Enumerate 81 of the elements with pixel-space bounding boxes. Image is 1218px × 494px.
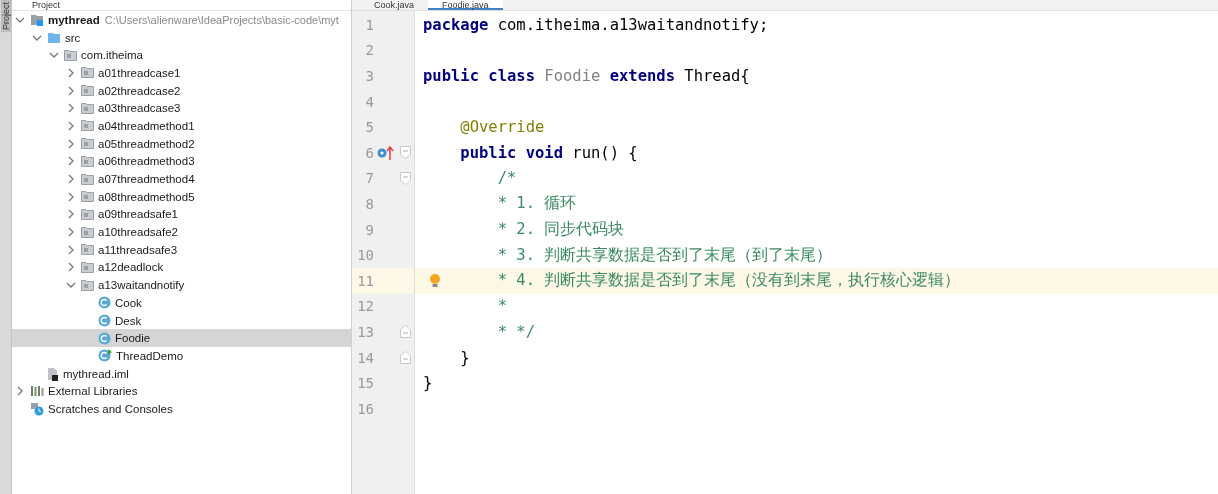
library-icon [30, 385, 44, 398]
folder-icon [81, 138, 94, 150]
class-icon [98, 349, 112, 363]
tree-item[interactable]: mythread C:\Users\alienware\IdeaProjects\basic-code\myt [12, 11, 351, 29]
tree-item[interactable]: a02threadcase2 [12, 81, 351, 100]
tree-item[interactable]: Scratches and Consoles [12, 400, 351, 418]
tree-item[interactable]: a06threadmethod3 [12, 152, 351, 171]
editor-tab[interactable]: Cook.java [360, 0, 429, 10]
line-number: 7 [364, 170, 374, 187]
code-line: package com.itheima.a13waitandnotify; [423, 15, 769, 34]
code-line: * [497, 297, 507, 316]
tree-item[interactable]: a09threadsafe1 [12, 205, 351, 224]
folder-icon [47, 31, 61, 44]
line-number: 15 [356, 375, 374, 392]
code-line: * */ [497, 322, 535, 341]
scratches-icon [30, 401, 44, 416]
line-number: 9 [364, 221, 374, 238]
tree-item[interactable]: a01threadcase1 [12, 64, 351, 82]
tree-item[interactable]: mythread.iml [12, 364, 351, 383]
folder-icon [81, 120, 94, 132]
tree-item[interactable]: a03threadcase3 [12, 99, 351, 118]
line-number: 1 [364, 16, 374, 33]
folder-icon [81, 244, 94, 256]
line-number: 14 [356, 349, 374, 366]
folder-icon [81, 67, 94, 79]
tree-item[interactable]: a13waitandnotify [12, 276, 351, 294]
folder-icon [81, 208, 94, 220]
code-line: /* [497, 169, 517, 188]
folder-icon [64, 49, 77, 61]
code-line: public void run() { [460, 143, 638, 162]
code-line: public class Foodie extends Thread{ [423, 67, 750, 85]
folder-icon [81, 85, 94, 97]
code-line: * 3. 判断共享数据是否到了末尾（到了末尾） [497, 244, 833, 266]
line-number: 16 [356, 400, 374, 417]
class-icon [98, 331, 111, 345]
folder-icon [81, 261, 94, 273]
tool-window-tab[interactable]: Project [0, 0, 11, 32]
file-icon [47, 366, 59, 381]
folder-icon [81, 102, 94, 114]
code-line: * 4. 判断共享数据是否到了末尾（没有到末尾，执行核心逻辑） [497, 270, 961, 292]
line-number: 4 [364, 93, 374, 110]
class-icon [98, 296, 111, 310]
line-number: 12 [356, 298, 374, 315]
tree-item[interactable]: ThreadDemo [12, 347, 351, 365]
override-icon[interactable] [377, 144, 395, 161]
tree-item[interactable]: a11threadsafe3 [12, 240, 351, 259]
code-line: * 1. 循环 [497, 193, 577, 215]
code-line: * 2. 同步代码块 [497, 219, 625, 241]
tree-item[interactable]: a10threadsafe2 [12, 223, 351, 241]
tree-item[interactable]: Cook [12, 294, 351, 312]
tree-item[interactable]: External Libraries [12, 382, 351, 401]
folder-icon [81, 173, 94, 185]
tree-item[interactable]: src [12, 28, 351, 47]
code-line: } [423, 374, 433, 393]
folder-icon [81, 155, 94, 167]
line-number: 2 [364, 42, 374, 59]
editor-tab[interactable]: Foodie.java [428, 0, 503, 10]
line-number: 8 [364, 195, 374, 212]
line-number: 10 [356, 247, 374, 264]
line-number: 5 [364, 119, 374, 136]
panel-title: Project [32, 0, 60, 10]
folder-icon [81, 279, 94, 291]
tree-item[interactable]: a07threadmethod4 [12, 170, 351, 188]
line-number: 6 [364, 144, 374, 161]
line-number: 3 [364, 68, 374, 84]
tree-item[interactable]: a08threadmethod5 [12, 187, 351, 206]
folder-icon [81, 226, 94, 238]
code-line: @Override [460, 118, 545, 137]
line-number: 11 [356, 272, 374, 289]
tree-item[interactable]: a12deadlock [12, 258, 351, 277]
tree-item[interactable]: com.itheima [12, 46, 351, 65]
code-line: } [460, 348, 470, 367]
folder-icon [81, 191, 94, 203]
tree-item[interactable]: Foodie [12, 329, 351, 348]
lightbulb-icon[interactable] [429, 272, 441, 289]
class-icon [98, 314, 111, 328]
tree-item[interactable]: Desk [12, 311, 351, 330]
tree-item[interactable]: a04threadmethod1 [12, 117, 351, 135]
line-number: 13 [356, 323, 374, 340]
tree-item[interactable]: a05threadmethod2 [12, 134, 351, 153]
module-icon [30, 13, 44, 27]
